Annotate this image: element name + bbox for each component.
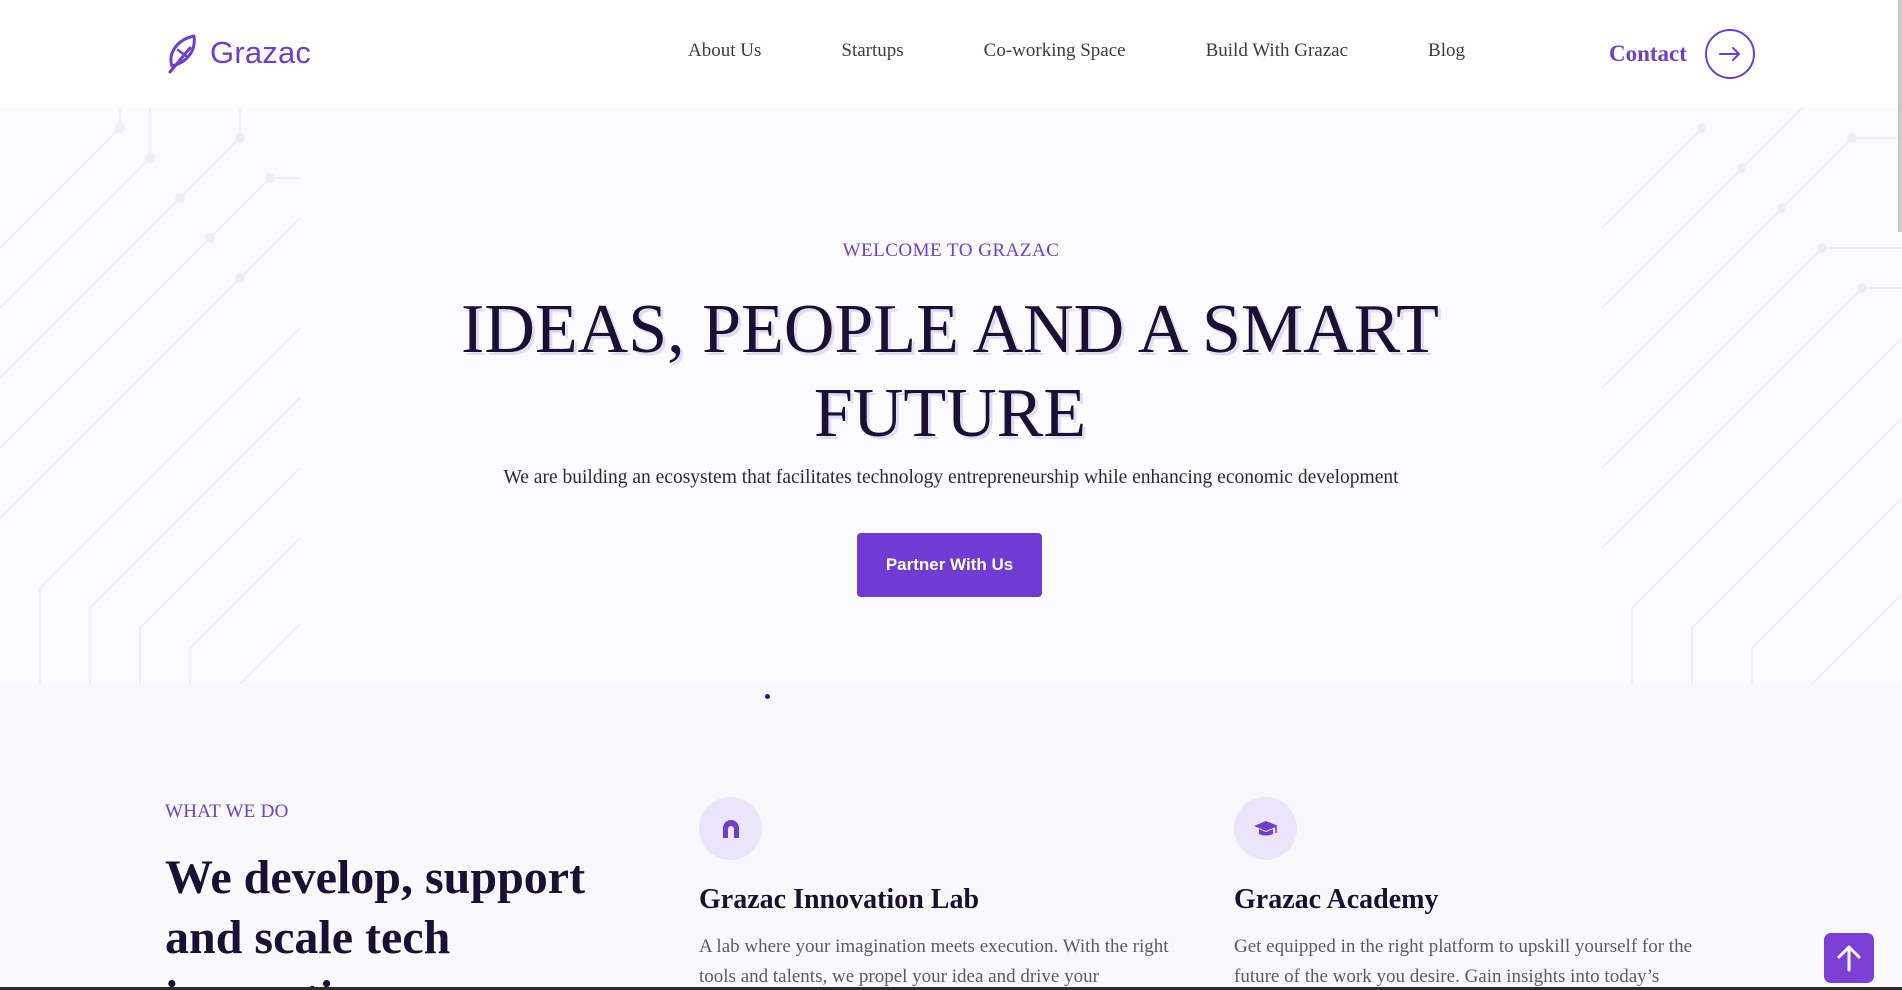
circuit-pattern-right [1601, 108, 1902, 684]
logo-text: Grazac [210, 35, 312, 70]
arrow-right-icon [1704, 29, 1755, 79]
hero-subtitle: We are building an ecosystem that facili… [503, 467, 1399, 488]
partner-with-us-button[interactable]: Partner With Us [857, 533, 1042, 597]
card-text: Get equipped in the right platform to up… [1234, 936, 1693, 987]
hero-eyebrow: WELCOME TO GRAZAC [842, 240, 1060, 261]
logo[interactable]: Grazac [164, 30, 311, 76]
hero-section: WELCOME TO GRAZAC IDEAS, PEOPLE AND A SM… [0, 108, 1902, 684]
contact-link[interactable]: Contact [1609, 29, 1755, 79]
main-nav: About Us Startups Co-working Space Build… [688, 40, 1465, 62]
page-scrollbar[interactable] [1898, 0, 1902, 232]
card-title: Grazac Innovation Lab [699, 884, 980, 915]
site-header: Grazac About Us Startups Co-working Spac… [0, 0, 1902, 108]
service-card-academy[interactable]: Grazac Academy Get equipped in the right… [1234, 797, 1714, 990]
scroll-to-top-button[interactable] [1824, 933, 1874, 983]
graduation-cap-icon [1234, 797, 1297, 860]
decorative-dot [765, 694, 770, 699]
arch-icon [699, 797, 762, 860]
nav-item-startups[interactable]: Startups [841, 40, 903, 62]
arrow-up-icon [1837, 945, 1861, 972]
service-card-innovation-lab[interactable]: Grazac Innovation Lab A lab where your i… [699, 797, 1179, 990]
card-title: Grazac Academy [1234, 884, 1439, 915]
contact-label: Contact [1609, 41, 1687, 66]
hero-title: IDEAS, PEOPLE AND A SMART FUTURE [461, 291, 1439, 452]
leaf-logo-icon [168, 34, 196, 74]
what-we-do-section: WHAT WE DO We develop, support and scale… [0, 684, 1902, 990]
card-text: A lab where your imagination meets execu… [699, 936, 1169, 987]
nav-item-coworking-space[interactable]: Co-working Space [984, 40, 1126, 62]
nav-item-blog[interactable]: Blog [1428, 40, 1465, 62]
what-we-do-heading: We develop, support and scale tech innov… [165, 851, 586, 990]
circuit-pattern-left [0, 108, 301, 684]
nav-item-build-with-grazac[interactable]: Build With Grazac [1206, 40, 1348, 62]
nav-item-about-us[interactable]: About Us [688, 40, 761, 62]
what-we-do-eyebrow: WHAT WE DO [165, 801, 289, 822]
